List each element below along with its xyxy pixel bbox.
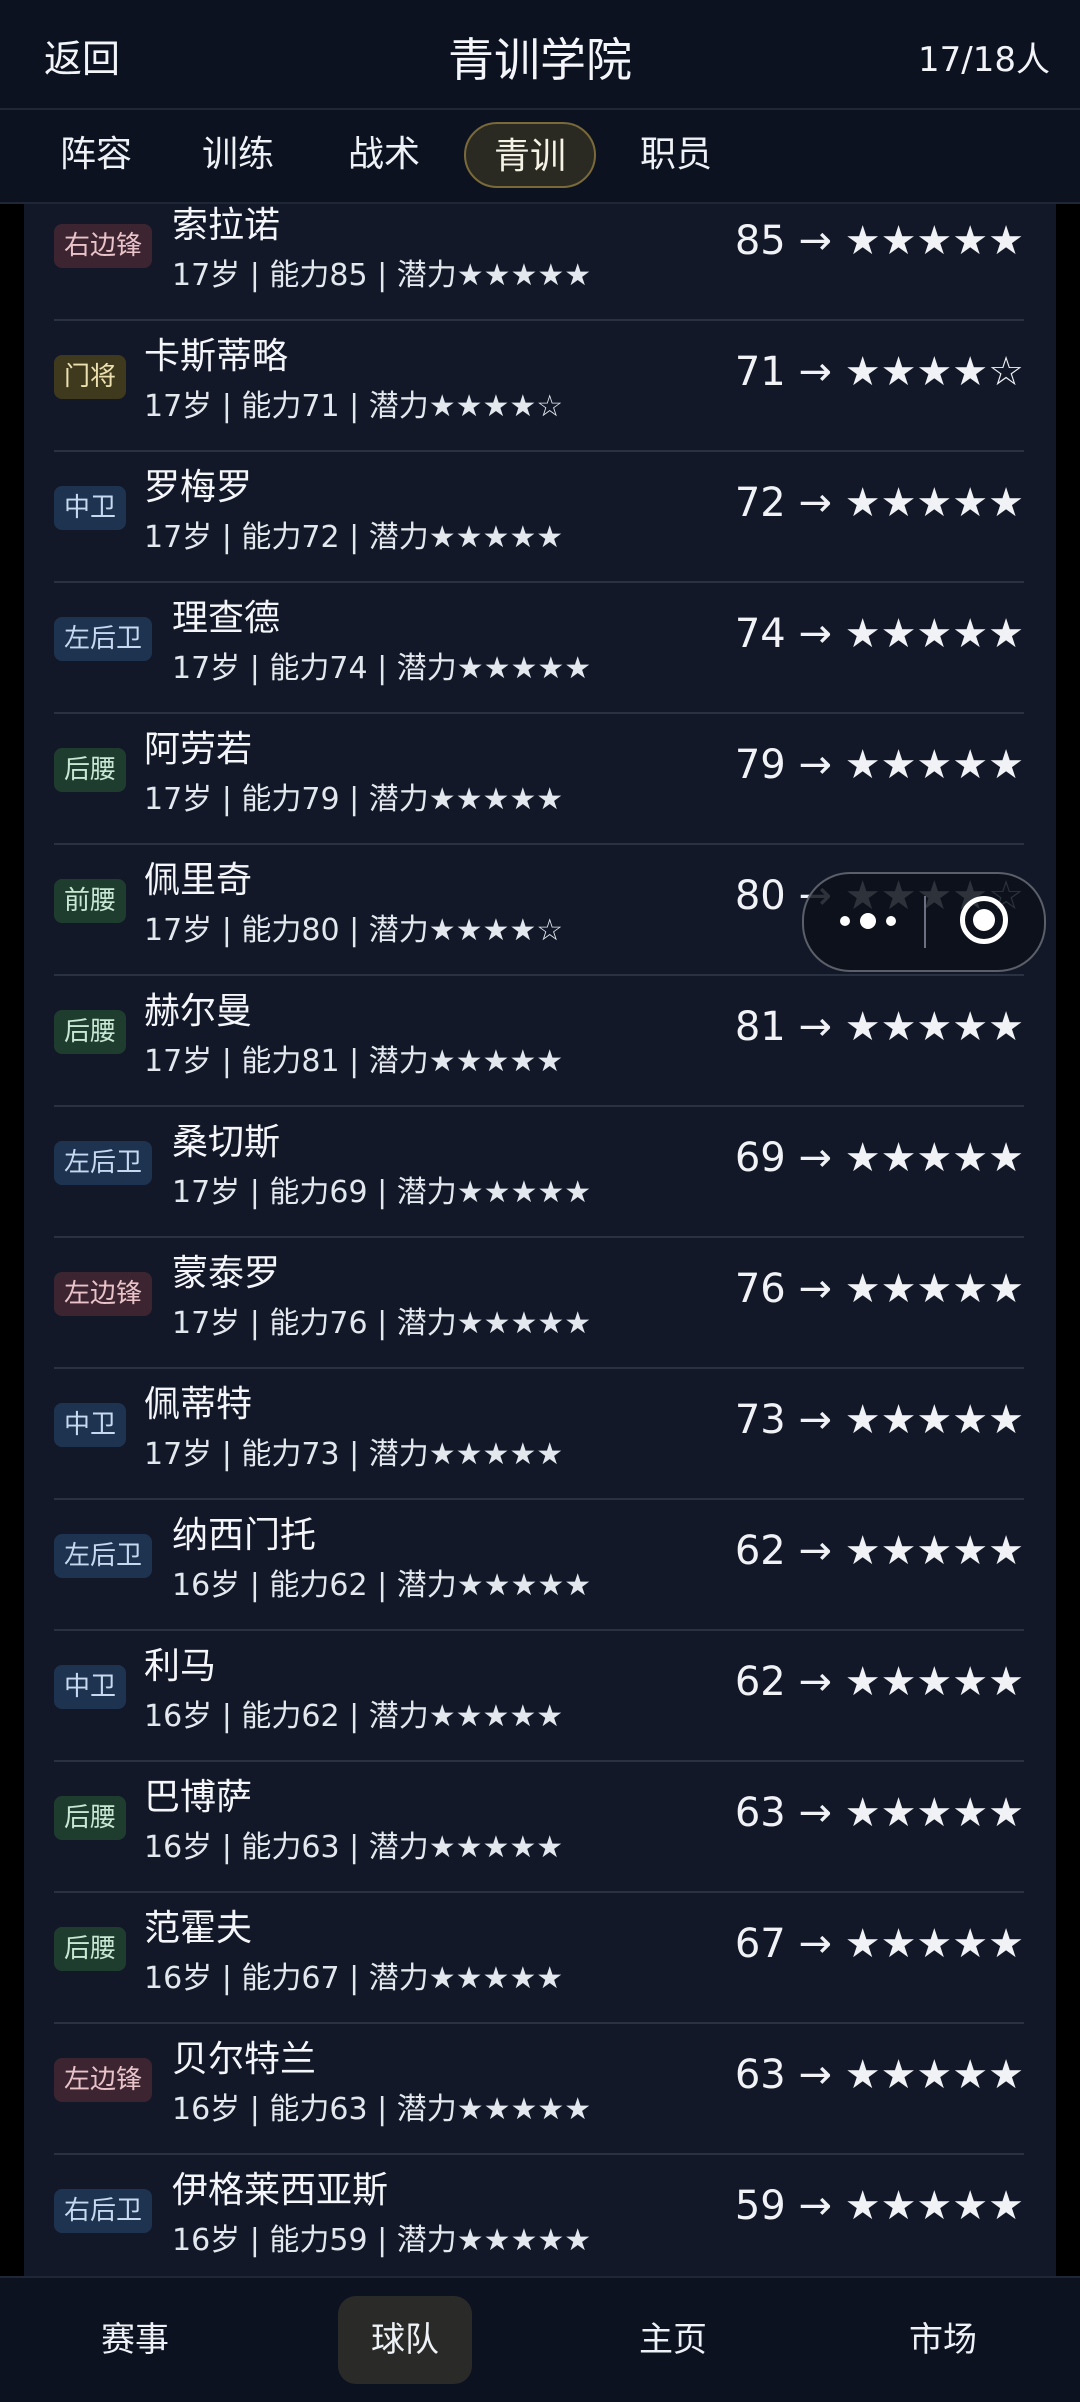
position-badge: 门将 [54,355,127,399]
nav-home[interactable]: 主页 [606,2296,740,2384]
player-info: 17岁 | 能力69 | 潜力★★★★★ [172,1175,592,1210]
position-badge: 后腰 [54,1927,127,1971]
player-row[interactable]: 右边锋 索拉诺 17岁 | 能力85 | 潜力★★★★★ 85 → ★★★★★ [54,204,1024,321]
player-name: 卡斯蒂略 [144,336,289,377]
position-badge: 前腰 [54,879,127,923]
player-name: 范霍夫 [144,1908,253,1949]
player-rating: 85 → ★★★★★ [734,218,1024,264]
player-rating: 63 → ★★★★★ [734,1790,1024,1836]
player-info: 17岁 | 能力85 | 潜力★★★★★ [172,258,592,293]
player-info: 16岁 | 能力62 | 潜力★★★★★ [172,1568,592,1603]
player-rating: 73 → ★★★★★ [734,1397,1024,1443]
player-name: 蒙泰罗 [172,1253,281,1294]
player-name: 佩里奇 [144,860,253,901]
player-name: 伊格莱西亚斯 [172,2170,389,2211]
player-name: 纳西门托 [172,1515,317,1556]
position-badge: 左后卫 [54,1141,153,1185]
player-row[interactable]: 后腰 阿劳若 17岁 | 能力79 | 潜力★★★★★ 79 → ★★★★★ [54,714,1024,845]
position-badge: 右边锋 [54,224,153,268]
player-name: 赫尔曼 [144,991,253,1032]
player-info: 17岁 | 能力72 | 潜力★★★★★ [144,520,564,555]
nav-matches[interactable]: 赛事 [68,2296,202,2384]
tab-youth[interactable]: 青训 [464,122,596,188]
player-info: 17岁 | 能力76 | 潜力★★★★★ [172,1306,592,1341]
tab-bar: 阵容 训练 战术 青训 职员 [0,110,1080,204]
player-name: 理查德 [172,598,281,639]
mini-program-capsule [802,872,1046,972]
player-row[interactable]: 右后卫 伊格莱西亚斯 16岁 | 能力59 | 潜力★★★★★ 59 → ★★★… [54,2155,1024,2276]
player-rating: 69 → ★★★★★ [734,1135,1024,1181]
player-name: 桑切斯 [172,1122,281,1163]
position-badge: 后腰 [54,1796,127,1840]
player-info: 17岁 | 能力80 | 潜力★★★★☆ [144,913,564,948]
player-row[interactable]: 门将 卡斯蒂略 17岁 | 能力71 | 潜力★★★★☆ 71 → ★★★★☆ [54,321,1024,452]
player-name: 索拉诺 [172,205,281,246]
position-badge: 中卫 [54,1665,127,1709]
player-rating: 63 → ★★★★★ [734,2052,1024,2098]
player-rating: 67 → ★★★★★ [734,1921,1024,1967]
player-info: 16岁 | 能力67 | 潜力★★★★★ [144,1961,564,1996]
player-rating: 74 → ★★★★★ [734,611,1024,657]
position-badge: 左后卫 [54,1534,153,1578]
player-info: 17岁 | 能力73 | 潜力★★★★★ [144,1437,564,1472]
capsule-divider [924,896,926,948]
player-info: 16岁 | 能力62 | 潜力★★★★★ [144,1699,564,1734]
position-badge: 左边锋 [54,1272,153,1316]
player-name: 佩蒂特 [144,1384,253,1425]
player-rating: 76 → ★★★★★ [734,1266,1024,1312]
player-name: 巴博萨 [144,1777,253,1818]
player-info: 17岁 | 能力81 | 潜力★★★★★ [144,1044,564,1079]
player-rating: 79 → ★★★★★ [734,742,1024,788]
player-row[interactable]: 后腰 巴博萨 16岁 | 能力63 | 潜力★★★★★ 63 → ★★★★★ [54,1762,1024,1893]
player-row[interactable]: 中卫 罗梅罗 17岁 | 能力72 | 潜力★★★★★ 72 → ★★★★★ [54,452,1024,583]
player-name: 贝尔特兰 [172,2039,317,2080]
tab-training[interactable]: 训练 [186,122,290,188]
player-info: 16岁 | 能力63 | 潜力★★★★★ [144,1830,564,1865]
position-badge: 中卫 [54,1403,127,1447]
player-row[interactable]: 中卫 利马 16岁 | 能力62 | 潜力★★★★★ 62 → ★★★★★ [54,1631,1024,1762]
player-row[interactable]: 后腰 范霍夫 16岁 | 能力67 | 潜力★★★★★ 67 → ★★★★★ [54,1893,1024,2024]
player-rating: 81 → ★★★★★ [734,1004,1024,1050]
player-name: 利马 [144,1646,217,1687]
player-rating: 62 → ★★★★★ [734,1659,1024,1705]
close-target-icon[interactable] [960,896,1008,944]
tab-lineup[interactable]: 阵容 [44,122,148,188]
position-badge: 后腰 [54,748,127,792]
position-badge: 左边锋 [54,2058,153,2102]
player-count: 17/18人 [918,40,1050,80]
youth-player-list: 右边锋 索拉诺 17岁 | 能力85 | 潜力★★★★★ 85 → ★★★★★ … [24,204,1056,2276]
tab-tactics[interactable]: 战术 [332,122,436,188]
nav-market[interactable]: 市场 [876,2296,1010,2384]
player-rating: 71 → ★★★★☆ [734,349,1024,395]
player-name: 阿劳若 [144,729,253,770]
position-badge: 中卫 [54,486,127,530]
player-rating: 59 → ★★★★★ [734,2183,1024,2229]
bottom-navigation: 赛事 球队 主页 市场 [0,2276,1080,2402]
player-row[interactable]: 左后卫 桑切斯 17岁 | 能力69 | 潜力★★★★★ 69 → ★★★★★ [54,1107,1024,1238]
player-info: 17岁 | 能力79 | 潜力★★★★★ [144,782,564,817]
player-row[interactable]: 中卫 佩蒂特 17岁 | 能力73 | 潜力★★★★★ 73 → ★★★★★ [54,1369,1024,1500]
player-info: 17岁 | 能力71 | 潜力★★★★☆ [144,389,564,424]
player-rating: 72 → ★★★★★ [734,480,1024,526]
position-badge: 左后卫 [54,617,153,661]
nav-team[interactable]: 球队 [338,2296,472,2384]
player-info: 17岁 | 能力74 | 潜力★★★★★ [172,651,592,686]
position-badge: 后腰 [54,1010,127,1054]
player-name: 罗梅罗 [144,467,253,508]
player-row[interactable]: 后腰 赫尔曼 17岁 | 能力81 | 潜力★★★★★ 81 → ★★★★★ [54,976,1024,1107]
player-info: 16岁 | 能力59 | 潜力★★★★★ [172,2223,592,2258]
tab-staff[interactable]: 职员 [624,122,728,188]
more-dots-icon[interactable] [834,896,914,946]
player-rating: 62 → ★★★★★ [734,1528,1024,1574]
player-row[interactable]: 左边锋 贝尔特兰 16岁 | 能力63 | 潜力★★★★★ 63 → ★★★★★ [54,2024,1024,2155]
player-row[interactable]: 左后卫 纳西门托 16岁 | 能力62 | 潜力★★★★★ 62 → ★★★★★ [54,1500,1024,1631]
player-row[interactable]: 左后卫 理查德 17岁 | 能力74 | 潜力★★★★★ 74 → ★★★★★ [54,583,1024,714]
position-badge: 右后卫 [54,2189,153,2233]
player-row[interactable]: 左边锋 蒙泰罗 17岁 | 能力76 | 潜力★★★★★ 76 → ★★★★★ [54,1238,1024,1369]
top-bar: 返回 青训学院 17/18人 [0,0,1080,110]
player-info: 16岁 | 能力63 | 潜力★★★★★ [172,2092,592,2127]
